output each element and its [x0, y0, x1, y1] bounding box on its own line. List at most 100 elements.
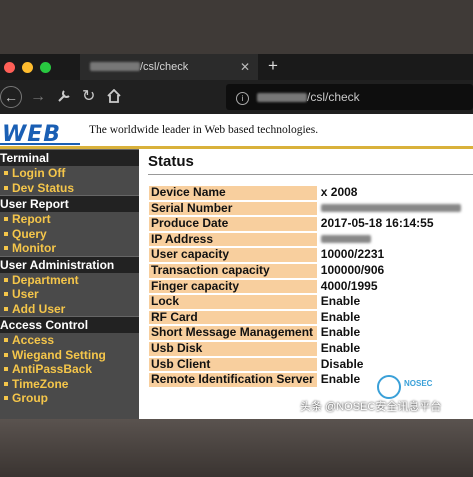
nosec-label: NOSEC: [404, 379, 433, 388]
row-value: Enable: [320, 294, 361, 309]
tab-bar: /csl/check ✕ +: [0, 54, 473, 80]
nosec-logo-icon: [377, 375, 401, 399]
sidebar: Terminal Login Off Dev Status User Repor…: [0, 149, 139, 419]
row-key: Device Name: [149, 185, 317, 200]
row-value-redacted: [319, 233, 471, 247]
table-row: Finger capacity 4000/1995: [149, 278, 471, 294]
address-bar[interactable]: i/csl/check: [226, 84, 473, 110]
sidebar-item-department[interactable]: Department: [0, 273, 139, 288]
sidebar-item-timezone[interactable]: TimeZone: [0, 377, 139, 392]
table-row: Device Name x 2008: [149, 185, 471, 200]
sidebar-item-label: AntiPassBack: [12, 362, 93, 376]
sidebar-item-wiegand-setting[interactable]: Wiegand Setting: [0, 348, 139, 363]
row-value: 4000/1995: [320, 278, 378, 293]
title-divider: [148, 174, 473, 175]
sidebar-item-label: Query: [12, 226, 47, 241]
sidebar-item-access[interactable]: Access: [0, 333, 139, 348]
table-row: IP Address: [149, 232, 471, 247]
row-value-redacted: [319, 202, 471, 216]
sidebar-item-label: Dev Status: [12, 180, 75, 195]
sidebar-item-label: Report: [12, 212, 51, 226]
row-key: User capacity: [149, 248, 317, 262]
row-value: 2017-05-18 16:14:55: [320, 216, 434, 231]
row-value: Enable: [320, 340, 361, 355]
sidebar-item-query[interactable]: Query: [0, 227, 139, 242]
section-terminal: Terminal: [0, 149, 139, 166]
row-value: Enable: [320, 309, 361, 324]
row-key: Usb Client: [149, 357, 317, 372]
bullet-icon: [4, 367, 8, 371]
row-value: Disable: [320, 356, 364, 371]
sidebar-item-antipassback[interactable]: AntiPassBack: [0, 362, 139, 377]
browser-tab[interactable]: /csl/check ✕: [80, 54, 258, 80]
row-key: IP Address: [149, 232, 317, 247]
table-row: Transaction capacity 100000/906: [149, 262, 471, 278]
table-row: RF Card Enable: [149, 309, 471, 325]
web-page: WEB The worldwide leader in Web based te…: [0, 114, 473, 419]
new-tab-button[interactable]: +: [268, 54, 278, 78]
sidebar-item-dev-status[interactable]: Dev Status: [0, 181, 139, 196]
close-tab-icon[interactable]: ✕: [240, 54, 250, 80]
sidebar-item-label: Wiegand Setting: [12, 347, 106, 362]
bullet-icon: [4, 306, 8, 311]
row-key: Transaction capacity: [149, 263, 317, 278]
maximize-window-button[interactable]: [40, 62, 51, 73]
row-key: Short Message Management: [149, 326, 317, 340]
sidebar-item-label: Department: [12, 272, 79, 287]
row-key: Serial Number: [149, 201, 317, 216]
row-key: RF Card: [149, 310, 317, 325]
desk-background: [0, 419, 473, 477]
close-window-button[interactable]: [4, 62, 15, 73]
back-button[interactable]: ←: [0, 86, 22, 108]
sidebar-item-add-user[interactable]: Add User: [0, 302, 139, 317]
info-icon[interactable]: i: [236, 92, 249, 105]
window-controls: [4, 62, 51, 73]
bullet-icon: [4, 352, 8, 357]
redacted-value: [320, 203, 461, 212]
row-value: 10000/2231: [320, 247, 385, 262]
section-access-control: Access Control: [0, 316, 139, 333]
logo-underline: [0, 143, 80, 145]
row-key: Produce Date: [149, 217, 317, 231]
table-row: Serial Number: [149, 201, 471, 216]
sidebar-item-label: Access: [12, 333, 55, 347]
row-value: 100000/906: [320, 262, 385, 277]
sidebar-item-label: Monitor: [12, 241, 56, 255]
bullet-icon: [4, 277, 8, 282]
forward-button[interactable]: →: [30, 80, 46, 114]
bullet-icon: [4, 396, 8, 400]
reload-icon[interactable]: ↻: [82, 80, 95, 114]
minimize-window-button[interactable]: [22, 62, 33, 73]
home-icon[interactable]: [107, 80, 121, 114]
sidebar-item-label: TimeZone: [12, 376, 69, 391]
sidebar-item-monitor[interactable]: Monitor: [0, 241, 139, 256]
row-key: Finger capacity: [149, 279, 317, 294]
sidebar-item-label: Login Off: [12, 166, 66, 180]
url-text: /csl/check: [307, 90, 360, 104]
table-row: Short Message Management Enable: [149, 326, 471, 340]
bullet-icon: [4, 292, 8, 296]
sidebar-item-label: Add User: [12, 301, 66, 316]
table-row: User capacity 10000/2231: [149, 248, 471, 262]
sidebar-item-report[interactable]: Report: [0, 212, 139, 227]
watermark: 头条 @NOSEC安全讯息平台: [300, 401, 442, 413]
sidebar-item-login-off[interactable]: Login Off: [0, 166, 139, 181]
row-value: Enable: [320, 325, 361, 340]
tagline: The worldwide leader in Web based techno…: [89, 124, 319, 136]
table-row: Lock Enable: [149, 295, 471, 309]
bullet-icon: [4, 338, 8, 342]
status-table: Device Name x 2008 Serial Number Produce …: [147, 184, 473, 389]
bullet-icon: [4, 381, 8, 386]
sidebar-item-user[interactable]: User: [0, 287, 139, 302]
row-key: Remote Identification Server: [149, 373, 317, 387]
section-user-administration: User Administration: [0, 255, 139, 273]
row-value: x 2008: [320, 185, 358, 199]
page-title: Status: [148, 153, 194, 170]
table-row: Usb Client Disable: [149, 356, 471, 372]
table-row: Produce Date 2017-05-18 16:14:55: [149, 217, 471, 231]
table-row: Usb Disk Enable: [149, 340, 471, 356]
wrench-icon[interactable]: [57, 80, 71, 114]
sidebar-item-label: User: [12, 287, 39, 301]
sidebar-item-group[interactable]: Group: [0, 391, 139, 406]
row-key: Usb Disk: [149, 341, 317, 356]
